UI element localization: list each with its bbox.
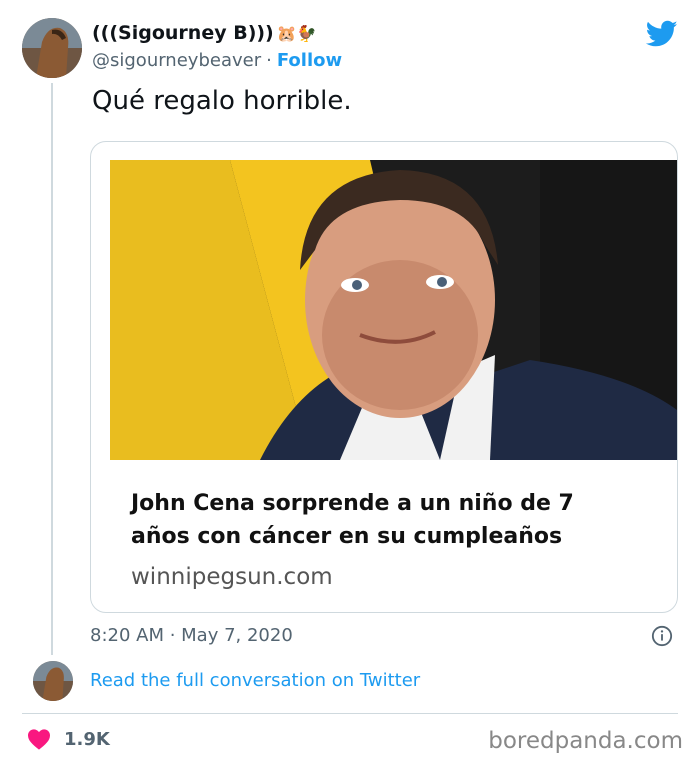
tweet-text: Qué regalo horrible. (92, 86, 352, 116)
author-handle[interactable]: @sigourneybeaver (92, 50, 261, 71)
author-name-row[interactable]: (((Sigourney B))) 🐹🐓 (92, 22, 317, 44)
display-name[interactable]: (((Sigourney B))) (92, 22, 274, 44)
card-title[interactable]: John Cena sorprende a un niño de 7 años … (131, 487, 631, 553)
handle-row: @sigourneybeaver · Follow (92, 50, 342, 71)
link-card[interactable]: John Cena sorprende a un niño de 7 años … (90, 141, 678, 613)
card-domain: winnipegsun.com (131, 564, 333, 590)
info-icon[interactable] (651, 625, 673, 647)
name-emoji: 🐹🐓 (276, 23, 317, 43)
separator: · (266, 50, 272, 71)
tweet-timestamp[interactable]: 8:20 AM · May 7, 2020 (90, 625, 293, 646)
like-count: 1.9K (64, 729, 110, 750)
reply-avatar[interactable] (33, 661, 73, 701)
card-image[interactable] (110, 160, 677, 460)
thread-line (51, 83, 53, 655)
twitter-bird-icon[interactable] (646, 20, 678, 48)
heart-icon[interactable] (27, 728, 51, 750)
follow-button[interactable]: Follow (277, 50, 342, 71)
read-conversation-link[interactable]: Read the full conversation on Twitter (90, 670, 420, 691)
author-avatar[interactable] (22, 18, 82, 78)
divider (22, 713, 678, 714)
boredpanda-watermark: boredpanda.com (488, 728, 683, 754)
